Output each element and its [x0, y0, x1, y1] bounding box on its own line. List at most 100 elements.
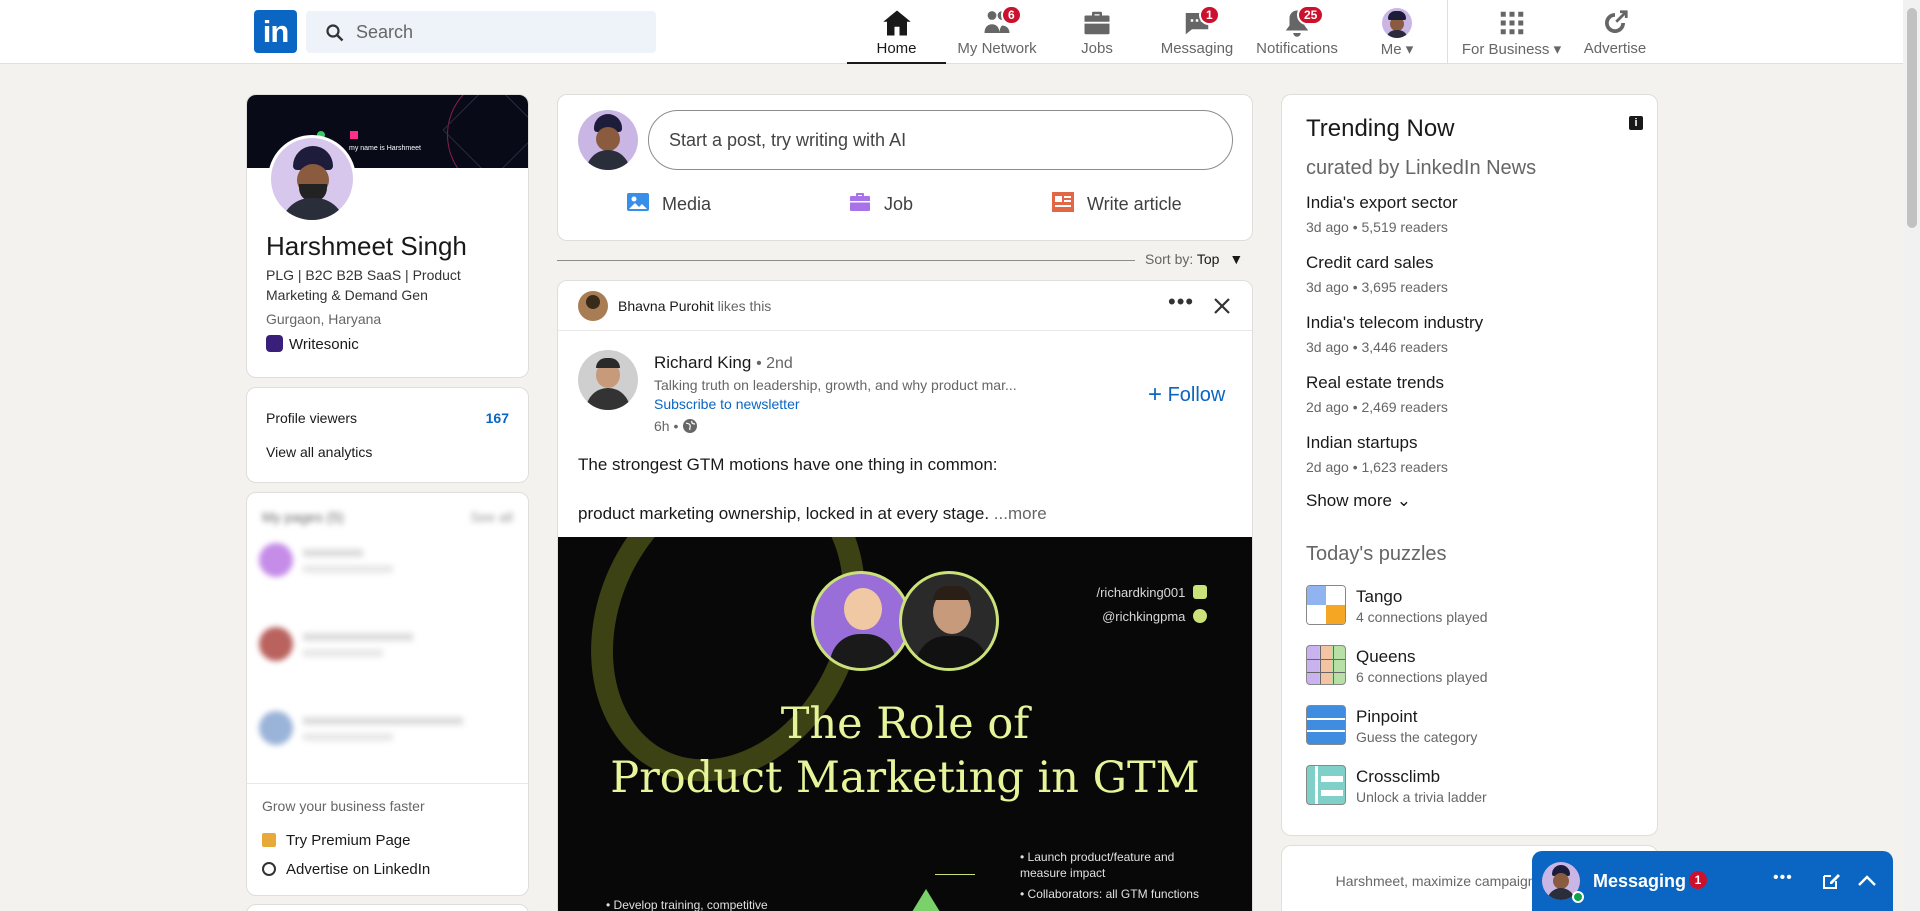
my-pages-title[interactable]: My pages (5)	[262, 509, 344, 525]
nav-jobs[interactable]: Jobs	[1047, 0, 1147, 64]
liker-name[interactable]: Bhavna Purohit	[618, 298, 714, 314]
feed-post: Bhavna Purohit likes this ••• Richard Ki…	[557, 280, 1253, 911]
host-photo	[899, 571, 999, 671]
briefcase-icon	[1084, 11, 1110, 35]
post-text-line2: product marketing ownership, locked in a…	[578, 504, 1047, 524]
messaging-overlay[interactable]: Messaging 1 •••	[1532, 851, 1893, 911]
trending-subtitle: curated by LinkedIn News	[1306, 157, 1537, 179]
show-more-button[interactable]: Show more ⌄	[1306, 491, 1411, 511]
profile-photo[interactable]	[268, 135, 356, 223]
guest-photo	[811, 571, 911, 671]
profile-viewers-label[interactable]: Profile viewers	[266, 410, 357, 426]
author-name[interactable]: Richard King • 2nd	[654, 353, 793, 373]
target-icon	[262, 862, 276, 876]
liker-text: Bhavna Purohit likes this	[618, 298, 771, 314]
puzzle-desc: 6 connections played	[1356, 669, 1488, 685]
trending-item[interactable]: Credit card sales 3d ago • 3,695 readers	[1306, 253, 1448, 295]
messaging-overlay-badge: 1	[1689, 871, 1707, 889]
connection-degree: • 2nd	[756, 355, 793, 372]
trending-item[interactable]: Indian startups 2d ago • 1,623 readers	[1306, 433, 1448, 475]
try-premium-page-link[interactable]: Try Premium Page	[262, 832, 410, 849]
scrollbar[interactable]	[1903, 0, 1920, 911]
sort-dropdown[interactable]: Sort by: Top ▼	[1145, 251, 1243, 267]
nav-notifications[interactable]: 25 Notifications	[1247, 0, 1347, 64]
chevron-down-icon: ⌄	[1396, 491, 1411, 510]
online-status-icon	[1572, 891, 1584, 903]
media-button[interactable]: Media	[626, 190, 711, 215]
image-title-line1: The Role of	[780, 699, 1030, 749]
nav-jobs-label: Jobs	[1081, 40, 1113, 57]
nav-my-network-label: My Network	[957, 40, 1037, 57]
image-bullet-3: • Develop training, competitive	[606, 898, 768, 911]
advertise-on-linkedin-link[interactable]: Advertise on LinkedIn	[262, 861, 430, 878]
trending-item[interactable]: India's telecom industry 3d ago • 3,446 r…	[1306, 313, 1483, 355]
see-all-link[interactable]: See all	[470, 509, 513, 525]
scrollbar-thumb[interactable]	[1907, 8, 1917, 228]
author-avatar[interactable]	[578, 350, 638, 410]
profile-viewers-count[interactable]: 167	[486, 410, 509, 426]
trending-item[interactable]: India's export sector 3d ago • 5,519 read…	[1306, 193, 1458, 235]
puzzle-desc: 4 connections played	[1356, 609, 1488, 625]
nav-for-business[interactable]: For Business ▾	[1448, 0, 1575, 64]
image-bullet-3-text: Develop training, competitive	[613, 898, 768, 911]
nav-for-business-label: For Business ▾	[1448, 40, 1575, 58]
close-icon[interactable]	[1213, 297, 1231, 315]
post-composer: Start a post, try writing with AI Media …	[557, 94, 1253, 241]
trending-item-title: Credit card sales	[1306, 253, 1434, 272]
image-handle-1: /richardking001	[1096, 585, 1207, 600]
nav-home[interactable]: Home	[847, 0, 946, 64]
trending-title: Trending Now	[1306, 115, 1455, 142]
profile-name[interactable]: Harshmeet Singh	[266, 231, 467, 262]
nav-me[interactable]: Me ▾	[1347, 0, 1447, 64]
nav-notifications-label: Notifications	[1256, 40, 1338, 57]
follow-button[interactable]: + Follow	[1148, 381, 1225, 409]
follow-label: Follow	[1167, 384, 1226, 406]
advertise-icon	[1605, 10, 1628, 33]
trending-item-meta: 3d ago • 5,519 readers	[1306, 219, 1448, 235]
trending-item-meta: 2d ago • 2,469 readers	[1306, 399, 1448, 415]
post-image[interactable]: /richardking001 @richkingpma The Role of…	[558, 537, 1252, 911]
nav-advertise-label: Advertise	[1583, 40, 1647, 57]
nav-advertise[interactable]: Advertise	[1575, 0, 1655, 64]
x-small-icon	[1193, 609, 1207, 623]
nav-messaging[interactable]: 1 Messaging	[1147, 0, 1247, 64]
trending-item-title: India's telecom industry	[1306, 313, 1484, 332]
see-more-link[interactable]: ...more	[994, 504, 1047, 523]
my-pages-card: My pages (5) See all Grow your business …	[246, 492, 529, 896]
network-badge: 6	[1001, 5, 1022, 25]
tango-icon	[1306, 585, 1346, 625]
profile-company[interactable]: Writesonic	[266, 335, 359, 353]
post-text-line2-body: product marketing ownership, locked in a…	[578, 504, 990, 523]
analytics-card: Profile viewers 167 View all analytics	[246, 387, 529, 483]
info-icon[interactable]: i	[1629, 116, 1643, 130]
image-bullet-1-text: Launch product/feature and measure impac…	[1020, 850, 1175, 880]
image-title-line2: Product Marketing in GTM	[610, 753, 1200, 803]
compose-icon[interactable]	[1821, 871, 1841, 891]
nav-my-network[interactable]: 6 My Network	[947, 0, 1047, 64]
profile-card[interactable]: my name is Harshmeet Harshmeet Singh PLG…	[246, 94, 529, 378]
image-icon	[627, 193, 649, 211]
view-analytics-link[interactable]: View all analytics	[266, 444, 372, 460]
more-options-icon[interactable]: •••	[1168, 289, 1194, 315]
write-article-button[interactable]: Write article	[1051, 190, 1182, 215]
job-button[interactable]: Job	[848, 190, 913, 215]
more-options-icon[interactable]: •••	[1773, 869, 1793, 887]
advertise-on-linkedin-text: Advertise on LinkedIn	[286, 861, 431, 878]
profile-location: Gurgaon, Haryana	[266, 311, 382, 327]
start-post-input[interactable]: Start a post, try writing with AI	[648, 110, 1233, 170]
image-bullet-1: • Launch product/feature and measure imp…	[1020, 850, 1175, 880]
linkedin-logo[interactable]: in	[254, 10, 297, 53]
composer-avatar[interactable]	[578, 110, 638, 170]
linkedin-small-icon	[1193, 585, 1207, 599]
search-input[interactable]: Search	[306, 11, 656, 53]
liker-avatar[interactable]	[578, 291, 608, 321]
puzzle-name: Tango	[1356, 587, 1403, 606]
media-label: Media	[662, 194, 712, 214]
puzzle-name: Crossclimb	[1356, 767, 1441, 786]
nav-home-label: Home	[876, 40, 917, 57]
chevron-up-icon[interactable]	[1857, 873, 1877, 887]
subscribe-newsletter-link[interactable]: Subscribe to newsletter	[654, 396, 800, 412]
queens-icon	[1306, 645, 1346, 685]
globe-icon	[683, 419, 698, 433]
trending-item[interactable]: Real estate trends 2d ago • 2,469 readers	[1306, 373, 1448, 415]
